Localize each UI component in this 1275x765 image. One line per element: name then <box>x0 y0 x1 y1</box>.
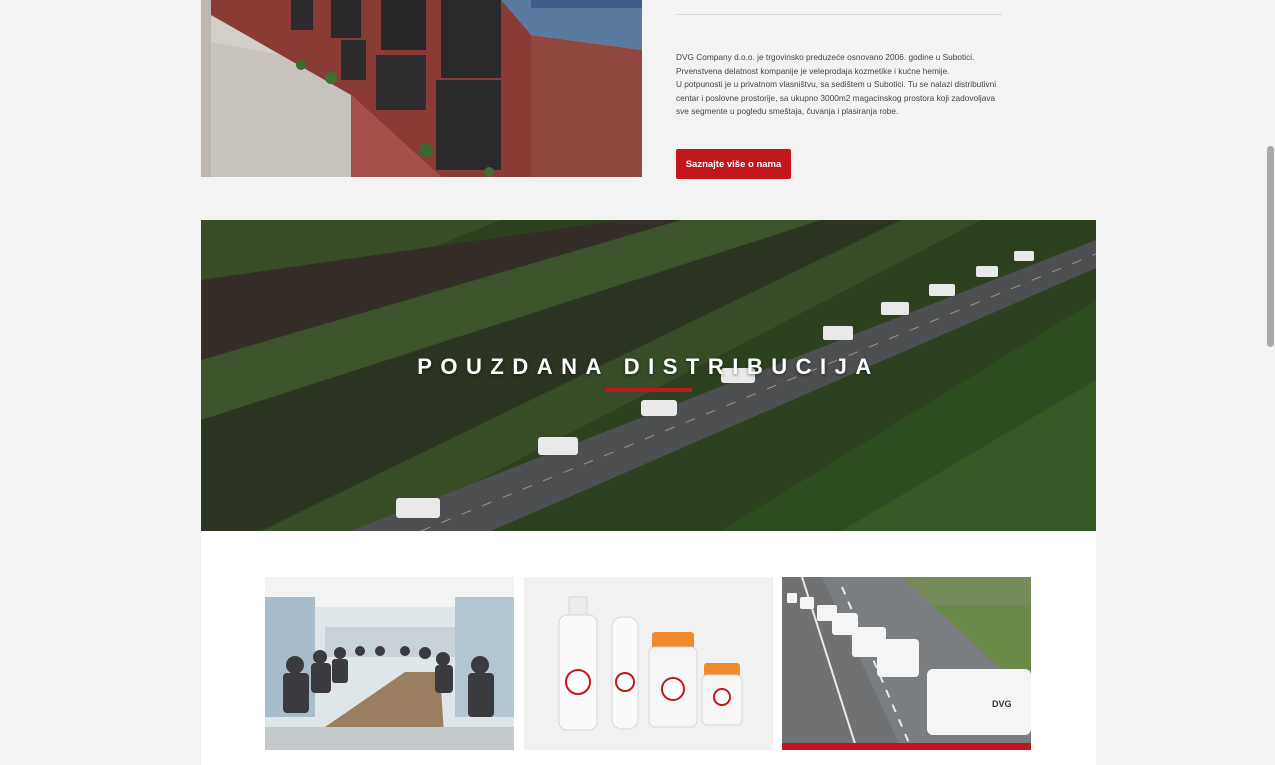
cards-section: DVG <box>201 531 1096 765</box>
svg-text:DVG: DVG <box>992 699 1012 709</box>
card-vans[interactable]: DVG <box>782 577 1031 750</box>
team-meeting-photo <box>265 577 514 750</box>
about-paragraph-1: DVG Company d.o.o. je trgovinsko preduze… <box>676 52 975 62</box>
about-paragraph-3: U potpunosti je u privatnom vlasništvu, … <box>676 79 997 117</box>
page: DVG Company d.o.o. je trgovinsko preduze… <box>0 0 1275 765</box>
card-products[interactable] <box>524 577 773 750</box>
learn-more-button[interactable]: Saznajte više o nama <box>676 149 791 179</box>
card-accent-bar <box>782 743 1031 750</box>
banner-title-underline <box>606 388 692 392</box>
about-text: DVG Company d.o.o. je trgovinsko preduze… <box>676 51 1006 119</box>
mosquito-repellent-products-photo <box>524 577 773 750</box>
about-paragraph-2: Prvenstvena delatnost kompanije je velep… <box>676 65 950 76</box>
card-team[interactable] <box>265 577 514 750</box>
building-photo <box>201 0 642 177</box>
banner-title: POUZDANA DISTRIBUCIJA <box>417 354 880 379</box>
section-divider <box>676 14 1002 15</box>
distribution-banner: POUZDANA DISTRIBUCIJA <box>201 220 1096 531</box>
dvg-vans-on-road-photo: DVG <box>782 577 1031 750</box>
page-scrollbar[interactable] <box>1267 146 1274 347</box>
